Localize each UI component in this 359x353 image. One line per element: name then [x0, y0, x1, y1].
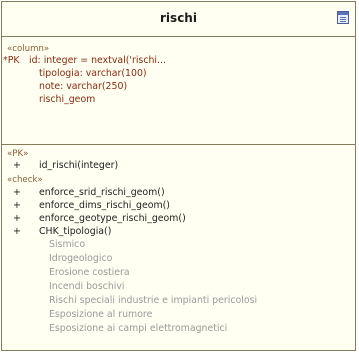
tipologia-value: Sismico — [49, 239, 86, 250]
tipologia-value: Incendi boschivi — [49, 281, 125, 292]
attribute-note[interactable]: note: varchar(250) — [39, 81, 127, 93]
operation-enforce-srid[interactable]: enforce_srid_rischi_geom() — [39, 187, 165, 199]
visibility-marker: + — [13, 187, 21, 198]
class-box-rischi[interactable]: rischi «column» *PK id: integer = nextva… — [1, 1, 356, 351]
tipologia-value: Rischi speciali industrie e impianti per… — [49, 295, 258, 306]
visibility-marker: + — [13, 213, 21, 224]
operation-enforce-dims[interactable]: enforce_dims_rischi_geom() — [39, 200, 170, 212]
attribute-tipologia[interactable]: tipologia: varchar(100) — [39, 68, 147, 80]
table-icon — [337, 11, 349, 24]
tipologia-value: Esposizione al rumore — [49, 309, 153, 320]
operation-chk-tipologia[interactable]: CHK_tipologia() — [39, 226, 111, 238]
operation-id-rischi[interactable]: id_rischi(integer) — [39, 160, 118, 172]
visibility-marker: + — [13, 200, 21, 211]
visibility-marker: + — [13, 226, 21, 237]
attribute-rischi-geom[interactable]: rischi_geom — [39, 94, 95, 106]
operation-enforce-geotype[interactable]: enforce_geotype_rischi_geom() — [39, 213, 186, 225]
check-stereotype: «check» — [7, 175, 43, 185]
compartment-divider — [2, 144, 355, 145]
pk-stereotype: «PK» — [7, 149, 29, 159]
class-header: rischi — [2, 2, 355, 37]
tipologia-value: Idrogeologico — [49, 253, 113, 264]
attribute-id[interactable]: id: integer = nextval('rischi... — [29, 55, 166, 67]
visibility-marker: + — [13, 160, 21, 171]
column-stereotype: «column» — [7, 44, 50, 54]
class-title: rischi — [160, 11, 197, 25]
tipologia-value: Erosione costiera — [49, 267, 130, 278]
tipologia-value: Esposizione ai campi elettromagnetici — [49, 323, 228, 334]
pk-marker: *PK — [3, 55, 20, 66]
